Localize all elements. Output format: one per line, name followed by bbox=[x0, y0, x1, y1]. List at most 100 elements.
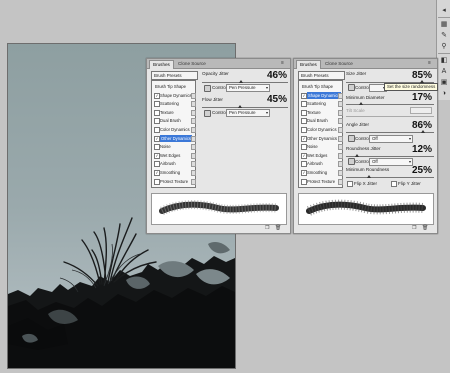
option-label: Brush Tip Shape bbox=[302, 84, 333, 89]
lock-icon[interactable] bbox=[191, 178, 196, 185]
lock-icon[interactable] bbox=[338, 127, 343, 133]
trash-icon[interactable]: 🗑 bbox=[422, 225, 428, 231]
slider-knob[interactable] bbox=[367, 175, 371, 178]
lock-icon[interactable] bbox=[191, 152, 196, 159]
lock-icon[interactable] bbox=[191, 92, 196, 99]
lock-icon[interactable] bbox=[338, 92, 343, 99]
brush-option-item[interactable]: ✓ Other Dynamics bbox=[299, 135, 344, 142]
slider-knob[interactable] bbox=[359, 102, 363, 105]
brush-option-item[interactable]: Protect Texture bbox=[299, 178, 344, 185]
tab-brushes[interactable]: Brushes bbox=[149, 60, 174, 69]
lock-icon[interactable] bbox=[191, 101, 196, 108]
brush-option-item[interactable]: Protect Texture bbox=[152, 178, 197, 185]
flip-y-checkbox[interactable] bbox=[391, 181, 397, 187]
arrow-icon[interactable]: ◂ bbox=[439, 6, 449, 15]
brush-option-item[interactable]: Dual Brush bbox=[299, 117, 344, 125]
lock-icon[interactable] bbox=[338, 152, 343, 159]
stamp-icon[interactable]: ⚲ bbox=[439, 42, 449, 51]
roundness-jitter-slider[interactable] bbox=[346, 154, 434, 157]
brush-option-item[interactable]: Airbrush bbox=[152, 160, 197, 168]
new-brush-icon[interactable]: ❐ bbox=[265, 225, 269, 231]
lock-icon[interactable] bbox=[338, 101, 343, 108]
option-label: Brush Tip Shape bbox=[155, 84, 186, 89]
pen-icon bbox=[348, 158, 355, 165]
lock-icon[interactable] bbox=[191, 109, 196, 116]
option-label: Texture bbox=[160, 109, 174, 115]
brush-option-item[interactable]: Dual Brush bbox=[152, 117, 197, 125]
lock-icon[interactable] bbox=[191, 135, 196, 142]
brush-option-item[interactable]: ✓ Other Dynamics bbox=[152, 134, 197, 142]
flow-jitter-slider[interactable] bbox=[202, 105, 288, 108]
brushes-panel-shape-dynamics: Brushes Clone Source ≡ Brush Presets Bru… bbox=[293, 58, 439, 234]
brush-option-item[interactable]: Airbrush bbox=[299, 160, 344, 168]
trash-icon[interactable]: 🗑 bbox=[275, 225, 281, 231]
chevron-down-icon: ▾ bbox=[408, 136, 411, 141]
lock-icon[interactable] bbox=[338, 170, 343, 176]
opacity-control-select[interactable]: Pen Pressure ▾ bbox=[226, 84, 270, 92]
brush-option-item[interactable]: Noise bbox=[299, 143, 344, 151]
tab-clone-source[interactable]: Clone Source bbox=[175, 60, 209, 68]
lock-icon[interactable] bbox=[338, 118, 343, 125]
lock-icon[interactable] bbox=[338, 144, 343, 151]
lock-icon[interactable] bbox=[191, 144, 196, 151]
lock-icon[interactable] bbox=[191, 127, 196, 133]
lock-icon[interactable] bbox=[338, 109, 343, 116]
brush-option-item[interactable]: Noise bbox=[152, 143, 197, 151]
panel-tab-bar: Brushes Clone Source ≡ bbox=[294, 59, 437, 69]
stroke-preview-graphic bbox=[159, 200, 279, 216]
brush-option-item[interactable]: ✓ Shape Dynamics bbox=[152, 92, 197, 99]
pen-icon bbox=[204, 110, 211, 117]
brush-option-item[interactable]: Scattering bbox=[152, 100, 197, 108]
brush-option-item[interactable]: Texture bbox=[299, 109, 344, 116]
flow-control-select[interactable]: Pen Pressure ▾ bbox=[226, 109, 270, 117]
layers-icon[interactable]: ▣ bbox=[439, 78, 449, 87]
lock-icon[interactable] bbox=[338, 178, 343, 185]
option-label: Airbrush bbox=[160, 161, 176, 167]
marquee-icon[interactable]: ▦ bbox=[439, 20, 449, 29]
option-label: Texture bbox=[307, 109, 321, 115]
lock-icon[interactable] bbox=[338, 161, 343, 168]
brush-option-item[interactable]: Brush Tip Shape bbox=[152, 83, 197, 90]
brush-option-item[interactable]: ✓ Wet Edges bbox=[152, 152, 197, 159]
slider-knob[interactable] bbox=[239, 80, 243, 83]
new-brush-icon[interactable]: ❐ bbox=[412, 225, 416, 231]
slider-knob[interactable] bbox=[355, 154, 359, 157]
type-icon[interactable]: A bbox=[439, 67, 449, 76]
tab-clone-source[interactable]: Clone Source bbox=[322, 60, 356, 68]
brush-option-item[interactable]: Brush Tip Shape bbox=[299, 83, 344, 90]
brush-presets-button[interactable]: Brush Presets bbox=[151, 71, 198, 80]
brush-option-item[interactable]: Color Dynamics bbox=[299, 126, 344, 133]
brush-presets-button[interactable]: Brush Presets bbox=[298, 71, 345, 80]
tab-brushes[interactable]: Brushes bbox=[296, 60, 321, 69]
min-diameter-slider[interactable] bbox=[346, 102, 434, 105]
brush-option-item[interactable]: ✓ Wet Edges bbox=[299, 152, 344, 159]
brush-option-item[interactable]: ✓ Smoothing bbox=[299, 169, 344, 176]
brush-option-item[interactable]: ✓ Shape Dynamics bbox=[299, 91, 344, 99]
angle-control-select[interactable]: Off ▾ bbox=[369, 135, 413, 143]
lock-icon[interactable] bbox=[191, 118, 196, 125]
lock-icon[interactable] bbox=[338, 135, 343, 142]
brush-option-item[interactable]: Texture bbox=[152, 109, 197, 116]
opacity-jitter-slider[interactable] bbox=[202, 80, 288, 83]
slider-knob[interactable] bbox=[421, 130, 425, 133]
option-label: Airbrush bbox=[307, 161, 323, 167]
history-icon[interactable]: ◧ bbox=[439, 56, 449, 65]
min-roundness-slider[interactable] bbox=[346, 175, 434, 178]
adjust-icon[interactable]: ◑ bbox=[439, 89, 449, 98]
lock-icon[interactable] bbox=[191, 170, 196, 176]
flip-x-checkbox[interactable] bbox=[347, 181, 353, 187]
flip-y-label: Flip Y Jitter bbox=[398, 181, 421, 186]
slider-knob[interactable] bbox=[238, 105, 242, 108]
tool-separator bbox=[438, 17, 450, 18]
panel-menu-icon[interactable]: ≡ bbox=[281, 61, 287, 66]
panel-menu-icon[interactable]: ≡ bbox=[428, 61, 434, 66]
brush-option-item[interactable]: ✓ Smoothing bbox=[152, 169, 197, 176]
angle-jitter-slider[interactable] bbox=[346, 130, 434, 133]
tilt-scale-label: Tilt Scale bbox=[346, 108, 365, 113]
brush-option-item[interactable]: Scattering bbox=[299, 100, 344, 108]
min-roundness-label: Minimum Roundness bbox=[346, 167, 390, 172]
roundness-control-select[interactable]: Off ▾ bbox=[369, 158, 413, 166]
brush-tool-icon[interactable]: ✎ bbox=[439, 31, 449, 40]
brush-option-item[interactable]: Color Dynamics bbox=[152, 126, 197, 133]
lock-icon[interactable] bbox=[191, 161, 196, 168]
